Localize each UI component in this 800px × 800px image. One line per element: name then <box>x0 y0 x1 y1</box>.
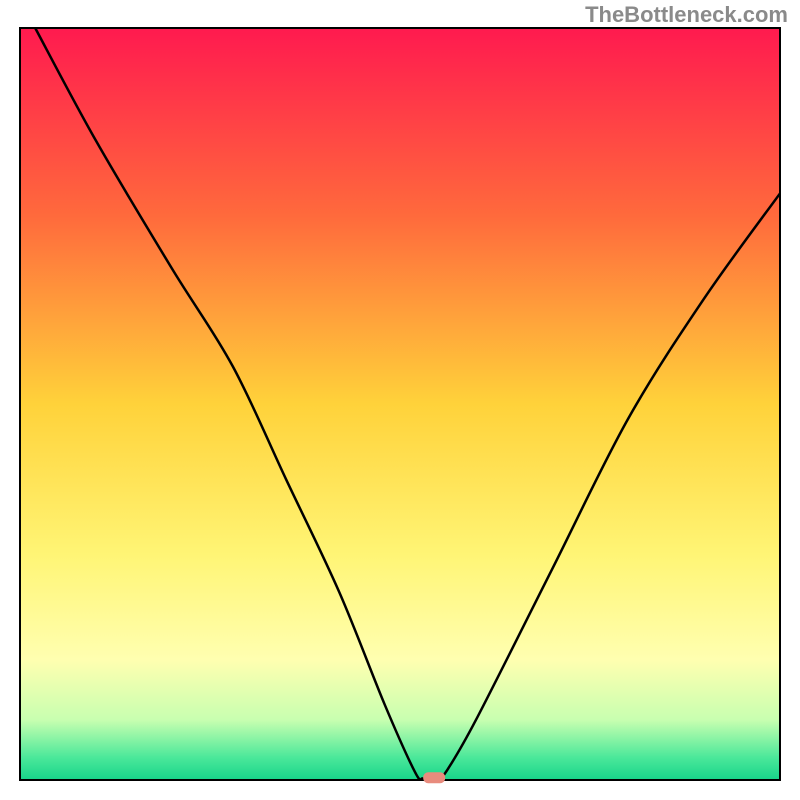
optimal-marker <box>423 772 445 783</box>
plot-background <box>20 28 780 780</box>
bottleneck-chart <box>0 0 800 800</box>
watermark-text: TheBottleneck.com <box>585 2 788 28</box>
chart-container: TheBottleneck.com <box>0 0 800 800</box>
